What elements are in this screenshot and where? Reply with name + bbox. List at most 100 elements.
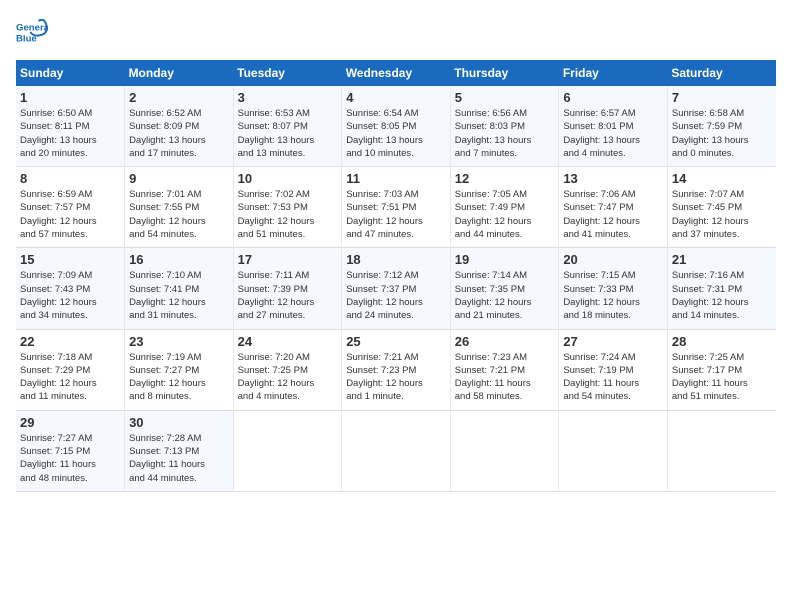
day-number: 18	[346, 252, 446, 267]
day-number: 9	[129, 171, 229, 186]
cell-info: Sunrise: 7:20 AMSunset: 7:25 PMDaylight:…	[238, 351, 338, 404]
calendar-cell	[667, 410, 776, 491]
day-number: 12	[455, 171, 555, 186]
calendar-cell: 3Sunrise: 6:53 AMSunset: 8:07 PMDaylight…	[233, 86, 342, 167]
day-number: 28	[672, 334, 772, 349]
calendar-cell: 27 Sunrise: 7:24 AMSunset: 7:19 PMDayligh…	[559, 329, 668, 410]
cell-info: Sunrise: 7:11 AMSunset: 7:39 PMDaylight:…	[238, 269, 338, 322]
day-number: 26	[455, 334, 555, 349]
calendar-table: SundayMondayTuesdayWednesdayThursdayFrid…	[16, 60, 776, 492]
cell-info: Sunrise: 6:57 AMSunset: 8:01 PMDaylight:…	[563, 107, 663, 160]
cell-info: Sunrise: 6:54 AMSunset: 8:05 PMDaylight:…	[346, 107, 446, 160]
day-number: 24	[238, 334, 338, 349]
cell-info: Sunrise: 6:50 AMSunset: 8:11 PMDaylight:…	[20, 107, 120, 160]
day-number: 1	[20, 90, 120, 105]
day-number: 5	[455, 90, 555, 105]
calendar-cell: 22 Sunrise: 7:18 AMSunset: 7:29 PMDayligh…	[16, 329, 125, 410]
calendar-cell: 16 Sunrise: 7:10 AMSunset: 7:41 PMDayligh…	[125, 248, 234, 329]
day-number: 6	[563, 90, 663, 105]
cell-info: Sunrise: 7:14 AMSunset: 7:35 PMDaylight:…	[455, 269, 555, 322]
cell-info: Sunrise: 7:16 AMSunset: 7:31 PMDaylight:…	[672, 269, 772, 322]
calendar-cell: 1 Sunrise: 6:50 AMSunset: 8:11 PMDaylight…	[16, 86, 125, 167]
calendar-cell: 17 Sunrise: 7:11 AMSunset: 7:39 PMDayligh…	[233, 248, 342, 329]
day-number: 4	[346, 90, 446, 105]
calendar-cell	[559, 410, 668, 491]
day-number: 2	[129, 90, 229, 105]
weekday-header: Saturday	[667, 60, 776, 86]
cell-info: Sunrise: 7:05 AMSunset: 7:49 PMDaylight:…	[455, 188, 555, 241]
cell-info: Sunrise: 7:10 AMSunset: 7:41 PMDaylight:…	[129, 269, 229, 322]
day-number: 20	[563, 252, 663, 267]
cell-info: Sunrise: 6:59 AMSunset: 7:57 PMDaylight:…	[20, 188, 120, 241]
calendar-cell: 13 Sunrise: 7:06 AMSunset: 7:47 PMDayligh…	[559, 167, 668, 248]
cell-info: Sunrise: 7:01 AMSunset: 7:55 PMDaylight:…	[129, 188, 229, 241]
calendar-cell: 26 Sunrise: 7:23 AMSunset: 7:21 PMDayligh…	[450, 329, 559, 410]
weekday-header: Monday	[125, 60, 234, 86]
page-header: General Blue	[16, 16, 776, 48]
calendar-cell: 19 Sunrise: 7:14 AMSunset: 7:35 PMDayligh…	[450, 248, 559, 329]
cell-info: Sunrise: 6:56 AMSunset: 8:03 PMDaylight:…	[455, 107, 555, 160]
cell-info: Sunrise: 7:27 AMSunset: 7:15 PMDaylight:…	[20, 432, 120, 485]
cell-info: Sunrise: 7:21 AMSunset: 7:23 PMDaylight:…	[346, 351, 446, 404]
calendar-cell: 2Sunrise: 6:52 AMSunset: 8:09 PMDaylight…	[125, 86, 234, 167]
day-number: 25	[346, 334, 446, 349]
day-number: 27	[563, 334, 663, 349]
cell-info: Sunrise: 7:19 AMSunset: 7:27 PMDaylight:…	[129, 351, 229, 404]
day-number: 22	[20, 334, 120, 349]
cell-info: Sunrise: 7:18 AMSunset: 7:29 PMDaylight:…	[20, 351, 120, 404]
calendar-cell: 7Sunrise: 6:58 AMSunset: 7:59 PMDaylight…	[667, 86, 776, 167]
day-number: 14	[672, 171, 772, 186]
calendar-cell: 25 Sunrise: 7:21 AMSunset: 7:23 PMDayligh…	[342, 329, 451, 410]
cell-info: Sunrise: 7:06 AMSunset: 7:47 PMDaylight:…	[563, 188, 663, 241]
logo-icon: General Blue	[16, 16, 48, 48]
day-number: 17	[238, 252, 338, 267]
cell-info: Sunrise: 7:09 AMSunset: 7:43 PMDaylight:…	[20, 269, 120, 322]
calendar-cell	[233, 410, 342, 491]
calendar-cell: 30 Sunrise: 7:28 AMSunset: 7:13 PMDayligh…	[125, 410, 234, 491]
calendar-cell: 10 Sunrise: 7:02 AMSunset: 7:53 PMDayligh…	[233, 167, 342, 248]
calendar-cell: 28 Sunrise: 7:25 AMSunset: 7:17 PMDayligh…	[667, 329, 776, 410]
calendar-cell: 20 Sunrise: 7:15 AMSunset: 7:33 PMDayligh…	[559, 248, 668, 329]
cell-info: Sunrise: 7:25 AMSunset: 7:17 PMDaylight:…	[672, 351, 772, 404]
calendar-cell	[450, 410, 559, 491]
day-number: 8	[20, 171, 120, 186]
calendar-cell: 5 Sunrise: 6:56 AMSunset: 8:03 PMDaylight…	[450, 86, 559, 167]
calendar-cell: 24 Sunrise: 7:20 AMSunset: 7:25 PMDayligh…	[233, 329, 342, 410]
weekday-header: Friday	[559, 60, 668, 86]
calendar-cell: 29 Sunrise: 7:27 AMSunset: 7:15 PMDayligh…	[16, 410, 125, 491]
calendar-cell: 21Sunrise: 7:16 AMSunset: 7:31 PMDayligh…	[667, 248, 776, 329]
day-number: 19	[455, 252, 555, 267]
cell-info: Sunrise: 7:02 AMSunset: 7:53 PMDaylight:…	[238, 188, 338, 241]
cell-info: Sunrise: 7:28 AMSunset: 7:13 PMDaylight:…	[129, 432, 229, 485]
calendar-cell: 4 Sunrise: 6:54 AMSunset: 8:05 PMDaylight…	[342, 86, 451, 167]
weekday-header: Thursday	[450, 60, 559, 86]
calendar-cell: 9 Sunrise: 7:01 AMSunset: 7:55 PMDaylight…	[125, 167, 234, 248]
calendar-cell: 15Sunrise: 7:09 AMSunset: 7:43 PMDayligh…	[16, 248, 125, 329]
calendar-cell: 8 Sunrise: 6:59 AMSunset: 7:57 PMDaylight…	[16, 167, 125, 248]
svg-text:General: General	[16, 22, 48, 33]
cell-info: Sunrise: 7:07 AMSunset: 7:45 PMDaylight:…	[672, 188, 772, 241]
day-number: 10	[238, 171, 338, 186]
cell-info: Sunrise: 7:03 AMSunset: 7:51 PMDaylight:…	[346, 188, 446, 241]
day-number: 29	[20, 415, 120, 430]
calendar-cell	[342, 410, 451, 491]
cell-info: Sunrise: 7:12 AMSunset: 7:37 PMDaylight:…	[346, 269, 446, 322]
calendar-cell: 11 Sunrise: 7:03 AMSunset: 7:51 PMDayligh…	[342, 167, 451, 248]
calendar-cell: 12 Sunrise: 7:05 AMSunset: 7:49 PMDayligh…	[450, 167, 559, 248]
cell-info: Sunrise: 7:15 AMSunset: 7:33 PMDaylight:…	[563, 269, 663, 322]
day-number: 30	[129, 415, 229, 430]
calendar-cell: 23Sunrise: 7:19 AMSunset: 7:27 PMDayligh…	[125, 329, 234, 410]
day-number: 16	[129, 252, 229, 267]
cell-info: Sunrise: 7:23 AMSunset: 7:21 PMDaylight:…	[455, 351, 555, 404]
weekday-header: Sunday	[16, 60, 125, 86]
day-number: 11	[346, 171, 446, 186]
weekday-header: Tuesday	[233, 60, 342, 86]
logo: General Blue	[16, 16, 52, 48]
day-number: 3	[238, 90, 338, 105]
cell-info: Sunrise: 7:24 AMSunset: 7:19 PMDaylight:…	[563, 351, 663, 404]
calendar-cell: 18 Sunrise: 7:12 AMSunset: 7:37 PMDayligh…	[342, 248, 451, 329]
day-number: 13	[563, 171, 663, 186]
cell-info: Sunrise: 6:58 AMSunset: 7:59 PMDaylight:…	[672, 107, 772, 160]
calendar-cell: 14 Sunrise: 7:07 AMSunset: 7:45 PMDayligh…	[667, 167, 776, 248]
weekday-header: Wednesday	[342, 60, 451, 86]
